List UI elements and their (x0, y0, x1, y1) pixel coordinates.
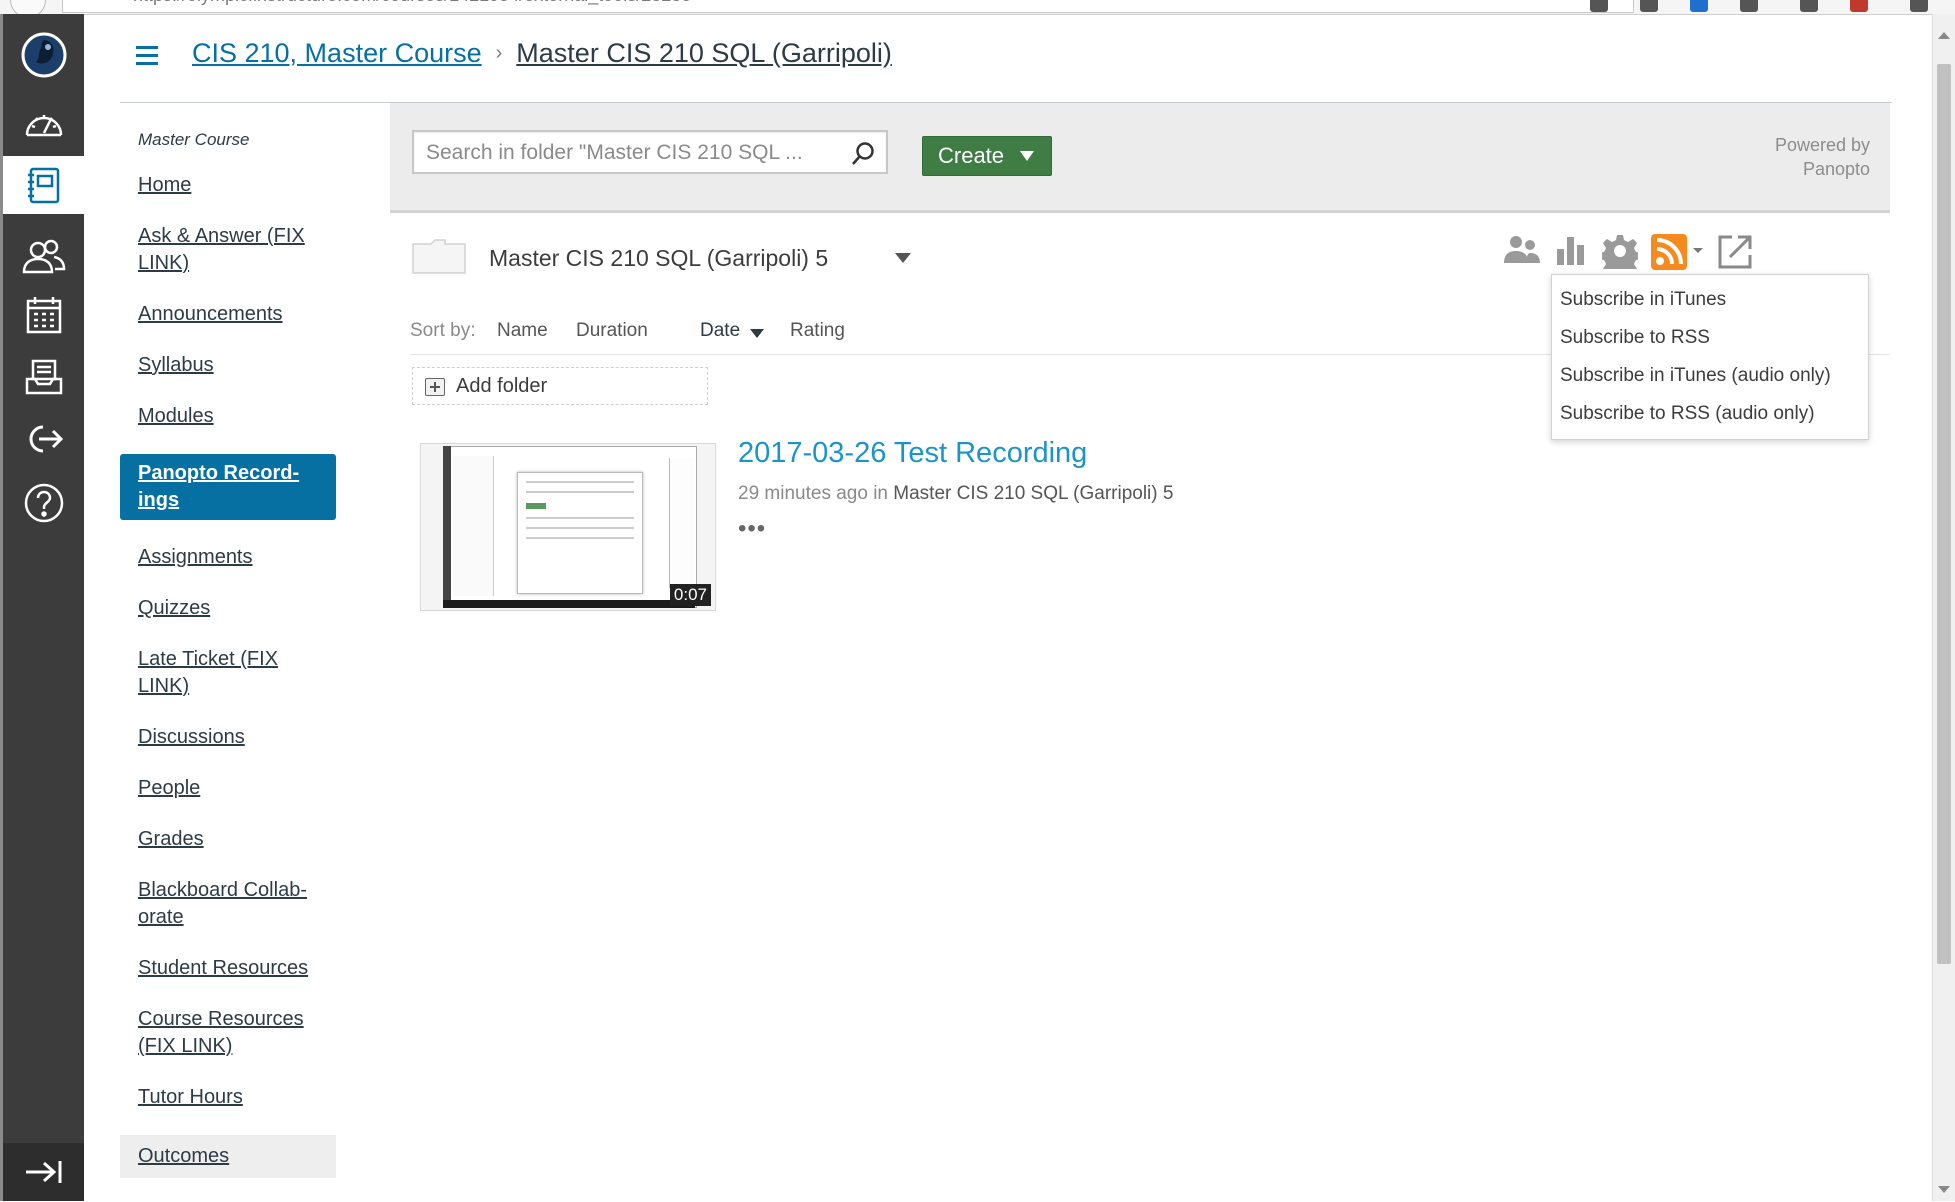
powered-by-panopto[interactable]: Powered by Panopto (1775, 133, 1870, 181)
bookmark-icon[interactable] (1590, 0, 1608, 12)
course-nav-panopto-recordings[interactable]: Panopto Record-ings (120, 454, 336, 520)
course-nav-late-ticket[interactable]: Late Ticket (FIX LINK) (138, 646, 318, 700)
folder-name[interactable]: Master CIS 210 SQL (Garripoli) 5 (489, 245, 828, 272)
session-meta: 29 minutes ago in Master CIS 210 SQL (Ga… (738, 483, 1173, 505)
collapse-nav-icon[interactable] (3, 1143, 84, 1201)
help-icon[interactable] (3, 474, 84, 532)
calendar-icon[interactable] (3, 286, 84, 344)
course-nav-home[interactable]: Home (138, 172, 318, 199)
chevron-down-icon (1020, 151, 1035, 161)
course-nav-people[interactable]: People (138, 775, 318, 802)
subscribe-rss-audio-item[interactable]: Subscribe to RSS (audio only) (1552, 395, 1868, 433)
powered-by-text: Powered by (1774, 135, 1870, 155)
rss-dropdown-menu: Subscribe in iTunes Subscribe to RSS Sub… (1551, 274, 1869, 440)
extension-icon[interactable] (1800, 0, 1818, 12)
sort-direction-icon[interactable] (750, 329, 764, 338)
session-duration: 0:07 (669, 584, 711, 606)
stats-icon[interactable] (1554, 233, 1588, 272)
rss-icon[interactable] (1650, 233, 1706, 276)
subscribe-itunes-item[interactable]: Subscribe in iTunes (1552, 281, 1868, 319)
courses-icon[interactable] (3, 156, 84, 214)
add-folder-label: Add folder (456, 375, 548, 397)
powered-by-brand: Panopto (1802, 159, 1870, 179)
breadcrumb-current-page[interactable]: Master CIS 210 SQL (Garripoli) (516, 38, 892, 68)
open-external-icon[interactable] (1716, 233, 1754, 276)
course-nav-student-resources[interactable]: Student Resources (138, 955, 318, 982)
course-nav: Master Course Home Ask & Answer (FIX LIN… (120, 130, 336, 1202)
panopto-frame: Create Powered by Panopto Master CIS 210… (390, 103, 1890, 1201)
breadcrumb-separator: › (495, 42, 503, 64)
browser-toolbar: https://olympic.instructure.com/courses/… (0, 0, 1955, 15)
session-more-options-icon[interactable]: ••• (738, 515, 766, 543)
course-nav-discussions[interactable]: Discussions (138, 724, 318, 751)
page-header: CIS 210, Master Course › Master CIS 210 SQ… (120, 14, 1892, 103)
hamburger-menu-icon[interactable] (136, 46, 158, 70)
add-folder-icon (425, 378, 445, 396)
groups-icon[interactable] (3, 228, 84, 286)
folder-icon (412, 239, 466, 274)
folder-dropdown-icon[interactable] (895, 253, 911, 263)
account-icon[interactable] (3, 26, 84, 84)
add-folder-button[interactable]: Add folder (412, 367, 708, 405)
search-icon[interactable] (850, 141, 876, 172)
course-nav-ask-answer[interactable]: Ask & Answer (FIX LINK) (138, 223, 318, 277)
subscribe-itunes-audio-item[interactable]: Subscribe in iTunes (audio only) (1552, 357, 1868, 395)
course-nav-title: Master Course (138, 130, 250, 149)
back-button[interactable] (10, 0, 46, 14)
reading-list-icon[interactable] (1640, 0, 1658, 12)
scrollbar-thumb[interactable] (1937, 64, 1951, 964)
folder-search[interactable] (412, 130, 888, 174)
share-icon[interactable] (1502, 233, 1542, 274)
course-nav-grades[interactable]: Grades (138, 826, 318, 853)
create-button-label: Create (938, 143, 1005, 168)
settings-icon[interactable] (1599, 233, 1641, 277)
breadcrumb-course-link[interactable]: CIS 210, Master Course (192, 38, 482, 68)
session-time-ago: 29 minutes ago (738, 483, 868, 504)
global-nav (0, 14, 84, 1201)
course-nav-assignments[interactable]: Assignments (138, 544, 318, 571)
session-folder-link[interactable]: Master CIS 210 SQL (Garripoli) 5 (893, 483, 1173, 504)
course-nav-course-resources[interactable]: Course Resources (FIX LINK) (138, 1006, 318, 1060)
page-scrollbar[interactable] (1932, 14, 1955, 1201)
address-bar[interactable]: https://olympic.instructure.com/courses/… (62, 0, 1634, 13)
scroll-up-icon[interactable] (1938, 32, 1950, 39)
sort-by-rating[interactable]: Rating (790, 320, 845, 342)
home-icon[interactable] (1740, 0, 1758, 12)
sort-by-name[interactable]: Name (497, 320, 548, 342)
dashboard-icon[interactable] (3, 94, 84, 152)
sort-by-duration[interactable]: Duration (576, 320, 648, 342)
subscribe-rss-item[interactable]: Subscribe to RSS (1552, 319, 1868, 357)
search-input[interactable] (414, 132, 848, 174)
panopto-toolbar: Create Powered by Panopto (390, 103, 1890, 213)
pocket-icon[interactable] (1690, 0, 1708, 12)
session-thumbnail[interactable]: 0:07 (420, 443, 716, 611)
breadcrumb: CIS 210, Master Course › Master CIS 210 SQ… (192, 38, 892, 69)
session-title-link[interactable]: 2017-03-26 Test Recording (738, 437, 1087, 470)
inbox-icon[interactable] (3, 348, 84, 406)
course-nav-quizzes[interactable]: Quizzes (138, 595, 318, 622)
commons-icon[interactable] (3, 410, 84, 468)
menu-icon[interactable] (1910, 0, 1928, 12)
scroll-down-icon[interactable] (1938, 1186, 1950, 1193)
sort-by-date[interactable]: Date (700, 320, 740, 342)
course-nav-tutor-hours[interactable]: Tutor Hours (138, 1084, 318, 1111)
create-button[interactable]: Create (922, 136, 1052, 176)
sort-label: Sort by: (410, 320, 476, 341)
course-nav-blackboard-collaborate[interactable]: Blackboard Collab-orate (138, 877, 318, 931)
course-nav-outcomes[interactable]: Outcomes (120, 1135, 336, 1178)
extension-icon[interactable] (1850, 0, 1868, 12)
course-nav-announcements[interactable]: Announcements (138, 301, 318, 328)
course-nav-syllabus[interactable]: Syllabus (138, 352, 318, 379)
session-item: 0:07 2017-03-26 Test Recording 29 minute… (420, 437, 1620, 613)
session-in-word: in (873, 483, 888, 504)
course-nav-modules[interactable]: Modules (138, 403, 318, 430)
